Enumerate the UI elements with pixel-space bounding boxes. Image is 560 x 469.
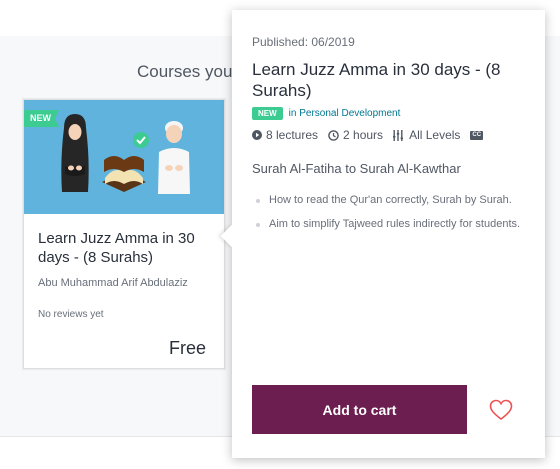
duration-value: 2 hours bbox=[343, 128, 384, 142]
course-stats: 8 lectures 2 hours All Levels CC bbox=[252, 128, 484, 142]
course-preview-popover: Published: 06/2019 Learn Juzz Amma in 30… bbox=[220, 10, 545, 458]
category-label: in Personal Development bbox=[288, 108, 401, 119]
badge-row: NEW in Personal Development bbox=[252, 107, 400, 120]
objective-item: Aim to simplify Tajweed rules indirectly… bbox=[256, 216, 521, 233]
clock-icon bbox=[328, 129, 339, 141]
lectures-stat: 8 lectures bbox=[252, 128, 318, 142]
level-bars-icon bbox=[393, 129, 404, 141]
new-ribbon: NEW bbox=[24, 110, 59, 127]
course-thumbnail: NEW bbox=[24, 100, 224, 214]
heart-icon[interactable] bbox=[489, 399, 513, 421]
objective-item: How to read the Qur'an correctly, Surah … bbox=[256, 192, 521, 209]
new-badge: NEW bbox=[252, 107, 283, 120]
course-card[interactable]: NEW Learn Juzz Amma in 30 days - (8 Sura… bbox=[23, 99, 225, 369]
duration-stat: 2 hours bbox=[328, 128, 383, 142]
course-card-title[interactable]: Learn Juzz Amma in 30 days - (8 Surahs) bbox=[38, 229, 213, 267]
course-card-reviews: No reviews yet bbox=[38, 309, 104, 320]
published-date: Published: 06/2019 bbox=[252, 35, 355, 49]
lectures-count: 8 lectures bbox=[266, 128, 319, 142]
course-card-author: Abu Muhammad Arif Abdulaziz bbox=[38, 277, 188, 289]
level-value: All Levels bbox=[409, 128, 461, 142]
captions-icon: CC bbox=[470, 130, 484, 140]
add-to-cart-button[interactable]: Add to cart bbox=[252, 385, 467, 434]
play-circle-icon bbox=[252, 130, 262, 140]
section-title: Courses you bbox=[137, 62, 233, 81]
objectives-list: How to read the Qur'an correctly, Surah … bbox=[256, 192, 521, 240]
course-subtitle: Surah Al-Fatiha to Surah Al-Kawthar bbox=[252, 161, 461, 176]
popover-course-title[interactable]: Learn Juzz Amma in 30 days - (8 Surahs) bbox=[252, 59, 532, 101]
level-stat: All Levels bbox=[393, 128, 460, 142]
course-card-price: Free bbox=[168, 338, 206, 358]
